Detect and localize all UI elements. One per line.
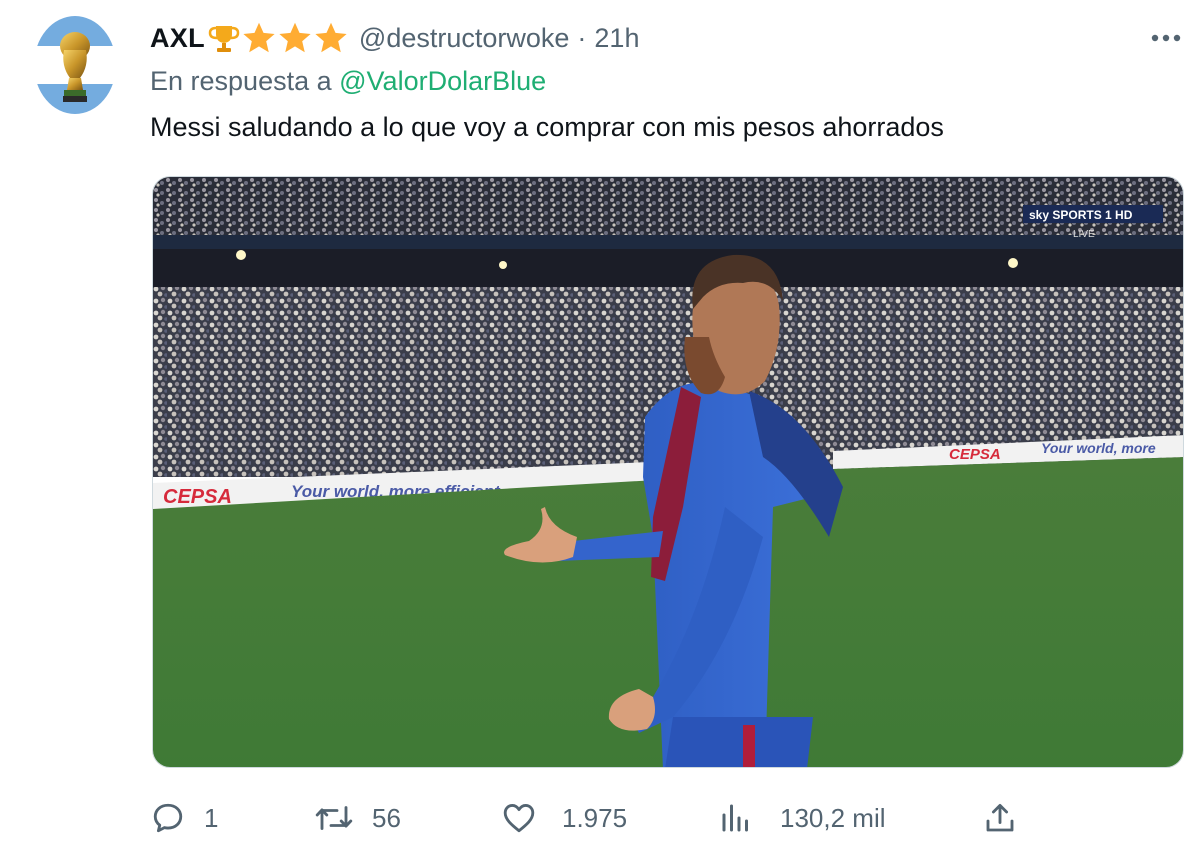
views-button[interactable]: 130,2 mil: [718, 796, 886, 840]
analytics-bars-icon: [722, 804, 748, 832]
author-handle[interactable]: @destructorwoke: [359, 23, 570, 54]
avatar[interactable]: [34, 16, 116, 114]
more-dots-icon: [1151, 34, 1181, 42]
reply-button[interactable]: 1: [150, 796, 218, 840]
star-emoji-icon: [243, 22, 275, 53]
share-upload-icon: [986, 803, 1014, 832]
like-button[interactable]: 1.975: [500, 796, 627, 840]
star-emoji-icon: [315, 22, 347, 53]
badge-group: [207, 20, 349, 56]
ad-brand-text: CEPSA: [163, 486, 232, 508]
retweet-icon: [315, 806, 353, 830]
retweet-button[interactable]: 56: [314, 796, 401, 840]
tweet-time[interactable]: 21h: [594, 23, 639, 54]
football-player-photo: CEPSA Your world, more efficient. CEPSA …: [153, 177, 1183, 767]
ad-slogan-text-right: Your world, more: [1041, 440, 1156, 456]
share-button[interactable]: [982, 796, 1018, 840]
heart-icon: [503, 803, 535, 833]
views-count: 130,2 mil: [780, 802, 886, 833]
broadcaster-logo: sky SPORTS 1 HD: [1029, 208, 1133, 222]
tweet-text: Messi saludando a lo que voy a comprar c…: [150, 112, 944, 142]
display-name[interactable]: AXL: [150, 23, 205, 54]
reply-prefix: En respuesta a: [150, 66, 332, 96]
ad-brand-text-right: CEPSA: [949, 446, 1001, 463]
trophy-emoji-icon: [208, 26, 240, 52]
tweet-media-image[interactable]: CEPSA Your world, more efficient. CEPSA …: [152, 176, 1184, 768]
separator-dot: ·: [577, 22, 587, 53]
reply-count: 1: [204, 802, 219, 833]
like-count: 1.975: [562, 802, 628, 833]
retweet-count: 56: [372, 802, 401, 833]
world-cup-trophy-icon: [34, 16, 116, 114]
reply-bubble-icon: [153, 803, 183, 833]
more-options-button[interactable]: [1146, 26, 1186, 50]
star-emoji-icon: [279, 22, 311, 53]
reply-handle-link[interactable]: @ValorDolarBlue: [339, 66, 546, 96]
broadcaster-live: LIVE: [1073, 229, 1095, 240]
tweet-action-bar: 1 56 1.975 130,2 mil: [0, 796, 1200, 840]
reply-context: En respuesta a @ValorDolarBlue: [150, 66, 546, 97]
tweet-header: AXL @destructorwoke · 21h: [150, 18, 639, 58]
